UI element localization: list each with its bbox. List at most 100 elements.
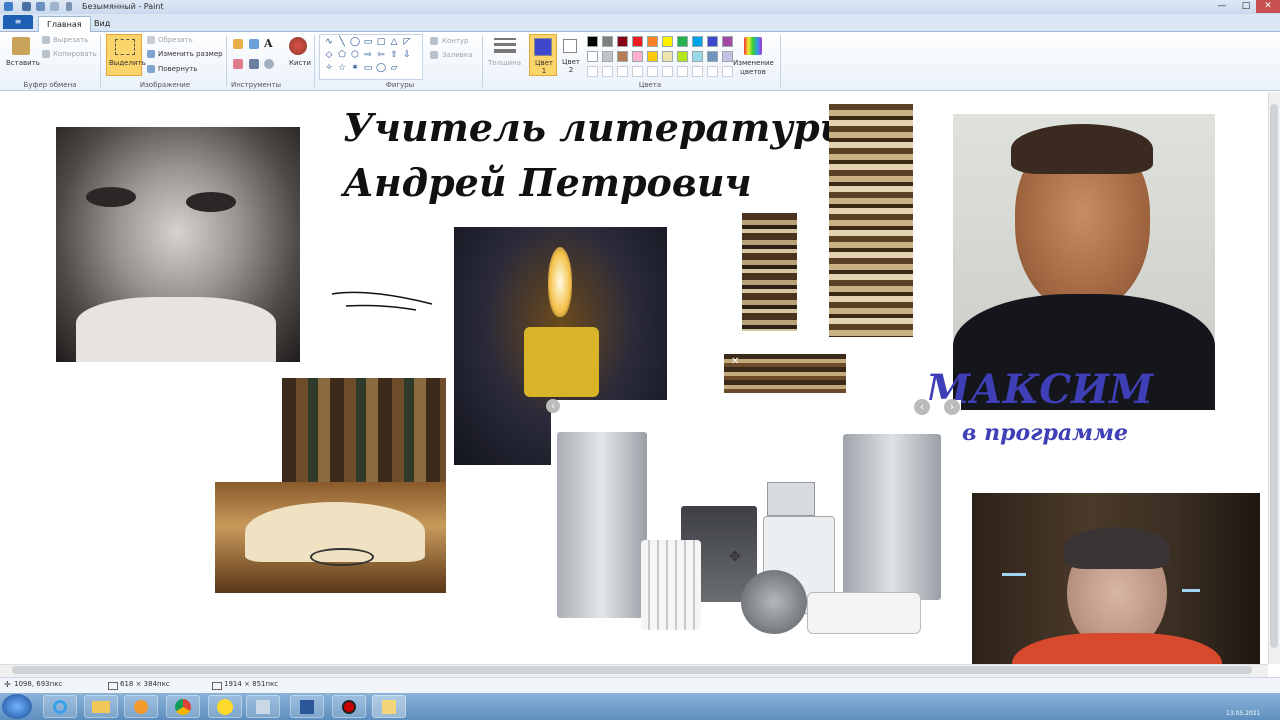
minimize-button[interactable]: — — [1210, 0, 1234, 13]
start-button[interactable] — [2, 694, 32, 719]
custom-color-slot[interactable] — [707, 66, 718, 77]
word-icon[interactable] — [290, 695, 324, 718]
horizontal-scroll-thumb[interactable] — [12, 666, 1252, 674]
shape-option[interactable]: ▢ — [376, 37, 386, 47]
palette-color-swatch[interactable] — [617, 36, 628, 47]
color-picker-icon[interactable] — [249, 59, 259, 69]
shape-option[interactable]: ∿ — [324, 37, 334, 47]
shape-option[interactable]: ⇨ — [363, 50, 373, 60]
palette-color-swatch[interactable] — [647, 51, 658, 62]
fill-dropdown[interactable]: Заливка — [442, 51, 472, 59]
palette-color-swatch[interactable] — [587, 36, 598, 47]
shape-option[interactable]: ◯ — [376, 63, 386, 73]
outline-dropdown[interactable]: Контур — [442, 37, 469, 45]
tools-app-icon[interactable] — [246, 695, 280, 718]
palette-color-swatch[interactable] — [602, 51, 613, 62]
color2-button[interactable]: Цвет 2 — [559, 34, 585, 76]
customize-qat-icon[interactable] — [66, 2, 72, 11]
palette-color-swatch[interactable] — [662, 51, 673, 62]
tab-home[interactable]: Главная — [38, 16, 91, 32]
color1-button[interactable]: Цвет 1 — [529, 34, 557, 76]
shape-option[interactable]: ◯ — [350, 37, 360, 47]
custom-color-slot[interactable] — [722, 66, 733, 77]
shape-option[interactable]: ⇧ — [389, 50, 399, 60]
size-button[interactable]: Толщина — [488, 59, 521, 67]
shape-option[interactable]: ▭ — [363, 37, 373, 47]
palette-color-swatch[interactable] — [692, 51, 703, 62]
shape-option[interactable]: ▭ — [363, 63, 373, 73]
tab-view[interactable]: Вид — [86, 16, 118, 31]
vertical-scroll-thumb[interactable] — [1270, 104, 1278, 648]
shape-option[interactable]: ◸ — [402, 37, 412, 47]
shape-option[interactable]: ☆ — [337, 63, 347, 73]
custom-color-slot[interactable] — [692, 66, 703, 77]
palette-color-swatch[interactable] — [707, 51, 718, 62]
cut-button[interactable]: Вырезать — [53, 36, 88, 44]
edit-colors-icon[interactable] — [744, 37, 762, 55]
palette-color-swatch[interactable] — [617, 51, 628, 62]
custom-color-slot[interactable] — [587, 66, 598, 77]
shape-option[interactable]: ✧ — [324, 63, 334, 73]
fill-icon[interactable] — [249, 39, 259, 49]
file-menu-button[interactable]: ≡ — [3, 15, 33, 29]
palette-color-swatch[interactable] — [632, 51, 643, 62]
shapes-gallery[interactable]: ∿ ╲ ◯ ▭ ▢ △ ◸ ◇ ⬠ ⬡ ⇨ ⇦ ⇧ ⇩ ✧ ☆ ✶ ▭ ◯ ▱ — [319, 34, 423, 80]
paste-button[interactable]: Вставить — [6, 59, 40, 67]
palette-color-swatch[interactable] — [632, 36, 643, 47]
paint-taskbar-icon[interactable] — [372, 695, 406, 718]
custom-color-slot[interactable] — [632, 66, 643, 77]
pencil-icon[interactable] — [233, 39, 243, 49]
palette-color-swatch[interactable] — [692, 36, 703, 47]
palette-color-swatch[interactable] — [722, 51, 733, 62]
carousel-next-button[interactable]: › — [944, 399, 960, 415]
palette-color-swatch[interactable] — [662, 36, 673, 47]
shape-option[interactable]: △ — [389, 37, 399, 47]
brushes-button[interactable]: Кисти — [289, 59, 311, 67]
shape-option[interactable]: ⬠ — [337, 50, 347, 60]
palette-color-swatch[interactable] — [677, 36, 688, 47]
custom-color-slot[interactable] — [677, 66, 688, 77]
carousel-prev-button[interactable]: ‹ — [546, 399, 560, 413]
shape-option[interactable]: ◇ — [324, 50, 334, 60]
brushes-icon[interactable] — [289, 37, 307, 55]
custom-color-slot[interactable] — [647, 66, 658, 77]
shape-option[interactable]: ▱ — [389, 63, 399, 73]
shape-option[interactable]: ⇦ — [376, 50, 386, 60]
magnifier-icon[interactable] — [264, 59, 274, 69]
palette-color-swatch[interactable] — [722, 36, 733, 47]
smiley-app-icon[interactable] — [208, 695, 242, 718]
save-icon[interactable] — [22, 2, 31, 11]
close-overlay-icon[interactable]: ✕ — [731, 356, 739, 367]
shape-option[interactable]: ✶ — [350, 63, 360, 73]
maximize-button[interactable]: □ — [1234, 0, 1258, 13]
recorder-icon[interactable] — [332, 695, 366, 718]
palette-color-swatch[interactable] — [587, 51, 598, 62]
eraser-icon[interactable] — [233, 59, 243, 69]
shape-option[interactable]: ⬡ — [350, 50, 360, 60]
custom-color-slot[interactable] — [602, 66, 613, 77]
select-button[interactable]: Выделить — [106, 34, 146, 76]
undo-icon[interactable] — [36, 2, 45, 11]
media-player-icon[interactable] — [124, 695, 158, 718]
palette-color-swatch[interactable] — [602, 36, 613, 47]
palette-color-swatch[interactable] — [647, 36, 658, 47]
custom-color-slot[interactable] — [662, 66, 673, 77]
explorer-icon[interactable] — [84, 695, 118, 718]
crop-button[interactable]: Обрезать — [158, 36, 193, 44]
text-tool-icon[interactable]: A — [264, 37, 273, 50]
ie-icon[interactable] — [43, 695, 77, 718]
resize-button[interactable]: Изменить размер — [158, 50, 223, 58]
redo-icon[interactable] — [50, 2, 59, 11]
paste-icon[interactable] — [12, 37, 30, 55]
shape-option[interactable]: ╲ — [337, 37, 347, 47]
copy-button[interactable]: Копировать — [53, 50, 97, 58]
paint-app-icon[interactable] — [4, 2, 13, 11]
custom-color-slot[interactable] — [617, 66, 628, 77]
palette-color-swatch[interactable] — [707, 36, 718, 47]
shape-option[interactable]: ⇩ — [402, 50, 412, 60]
edit-colors-button[interactable]: Изменение цветов — [733, 59, 774, 77]
carousel-prev-button-2[interactable]: ‹ — [914, 399, 930, 415]
palette-color-swatch[interactable] — [677, 51, 688, 62]
rotate-button[interactable]: Повернуть — [158, 65, 197, 73]
close-button[interactable]: ✕ — [1256, 0, 1280, 13]
